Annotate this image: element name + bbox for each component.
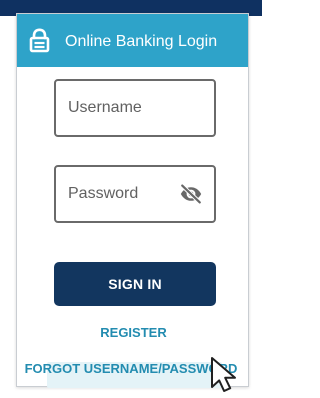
online-banking-login-card: Online Banking Login SIGN IN REGISTER [16, 13, 250, 388]
password-field-group [54, 165, 216, 223]
username-input[interactable] [54, 79, 216, 137]
login-card-title: Online Banking Login [65, 33, 218, 50]
forgot-username-password-link[interactable]: FORGOT USERNAME/PASSWORD [0, 361, 262, 377]
lock-icon [29, 28, 50, 53]
sign-in-button[interactable]: SIGN IN [54, 262, 216, 306]
register-link[interactable]: REGISTER [17, 325, 250, 341]
eye-slash-icon[interactable] [179, 183, 203, 205]
login-page: Online Banking Login SIGN IN REGISTER FO… [0, 0, 262, 398]
login-card-header: Online Banking Login [17, 14, 248, 67]
